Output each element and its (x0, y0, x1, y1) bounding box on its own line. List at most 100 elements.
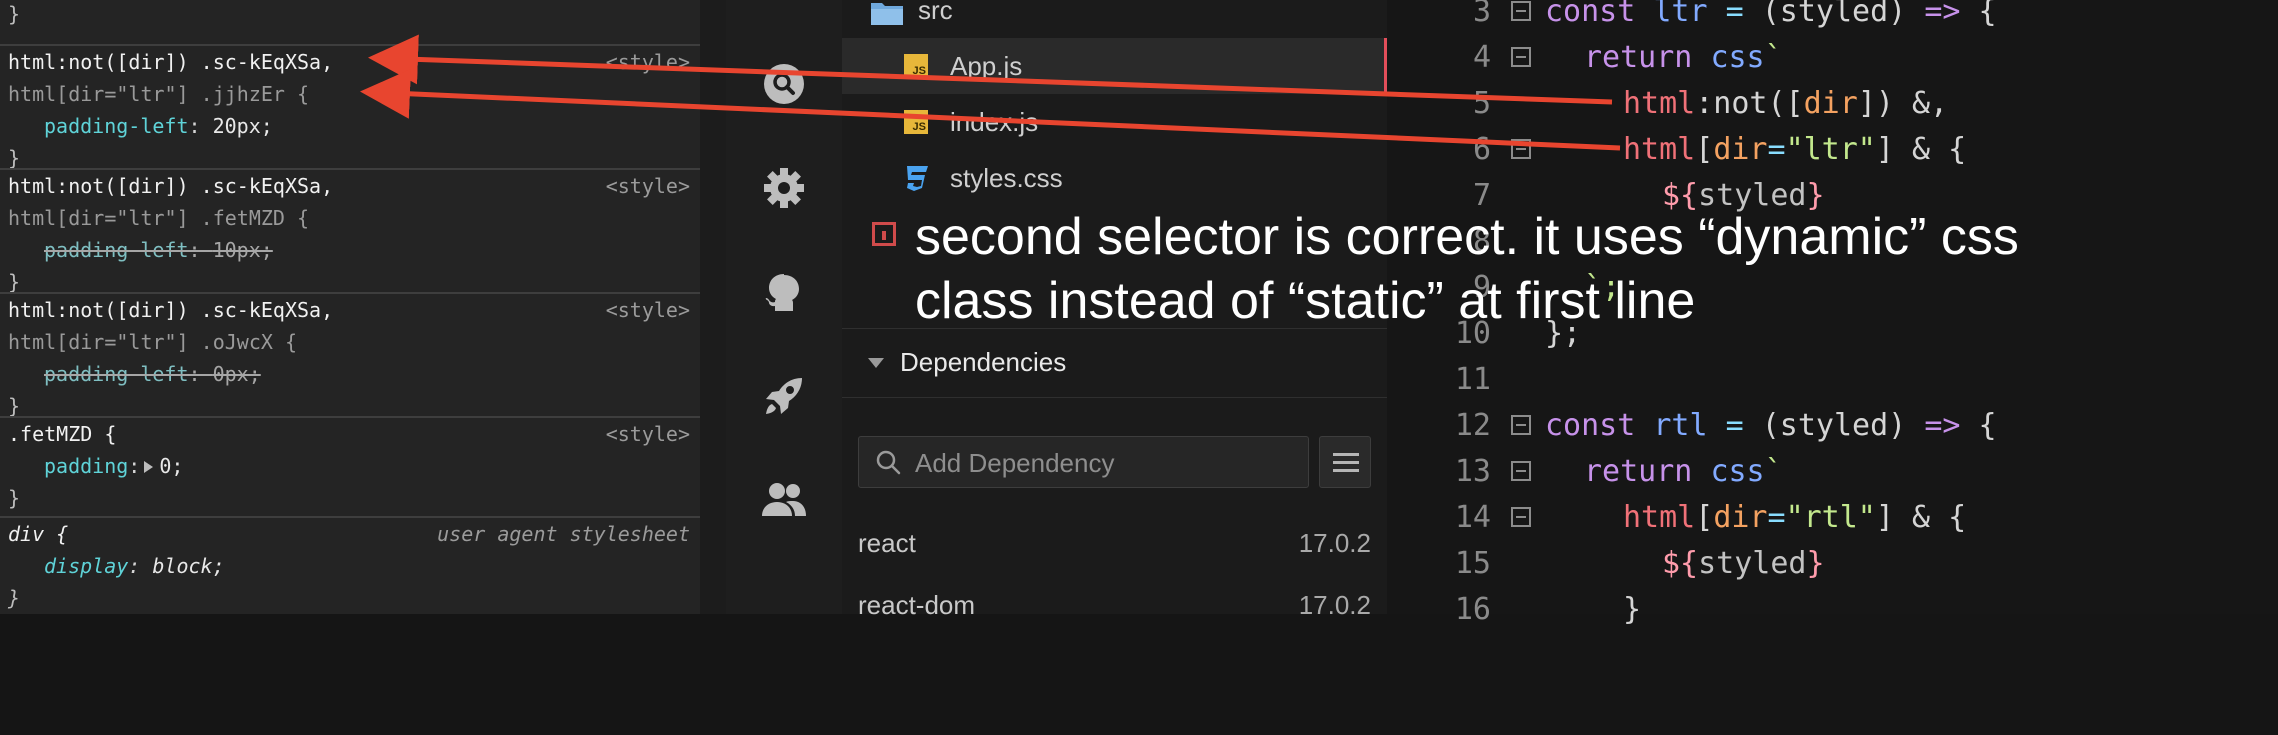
css-property-name[interactable]: padding-left (44, 114, 189, 138)
code-line[interactable]: 16 } (1387, 595, 2278, 641)
rule-origin-link[interactable]: <style> (606, 170, 690, 202)
css-property-name[interactable]: padding-left (44, 238, 189, 262)
css-property-name[interactable]: padding (44, 454, 128, 478)
code-text[interactable]: const rtl = (styled) => { (1545, 411, 1997, 441)
dependencies-section-header[interactable]: Dependencies (842, 328, 1387, 398)
code-text[interactable]: html[dir="ltr"] & { (1623, 135, 1966, 165)
fold-toggle-icon[interactable] (1511, 1, 1531, 21)
file-styles-css[interactable]: styles.css (842, 150, 1387, 206)
rule-origin-link[interactable]: <style> (606, 294, 690, 326)
expand-shorthand-icon[interactable] (144, 460, 154, 473)
rule-selector-matched[interactable]: html:not([dir]) .sc-kEqXSa, (8, 170, 694, 202)
dependency-menu-button[interactable] (1319, 436, 1371, 488)
search-icon[interactable] (762, 62, 806, 106)
code-line[interactable]: 3 const ltr = (styled) => { (1387, 0, 2278, 43)
fold-toggle-icon[interactable] (1511, 47, 1531, 67)
rule-origin-link[interactable]: <style> (606, 46, 690, 78)
rule-selector-matched[interactable]: html:not([dir]) .sc-kEqXSa, (8, 46, 694, 78)
file-app-js[interactable]: JS App.js (842, 38, 1387, 94)
css-declaration-overridden[interactable]: padding-left: 0px; (8, 358, 694, 390)
menu-icon (1333, 452, 1359, 479)
code-line[interactable]: 5 html:not([dir]) &, (1387, 89, 2278, 135)
rule-selector-unmatched[interactable]: html[dir="ltr"] .fetMZD { (8, 202, 694, 234)
dependency-version[interactable]: 17.0.2 (1299, 590, 1371, 621)
code-text[interactable]: return css` (1584, 43, 1783, 73)
line-number: 12 (1454, 408, 1491, 443)
css-declaration[interactable]: padding: 0; (8, 450, 694, 482)
fold-toggle-icon[interactable] (1511, 415, 1531, 435)
add-dependency-field[interactable] (858, 436, 1309, 489)
js-file-icon: JS (904, 54, 928, 78)
dependency-item[interactable]: react 17.0.2 (858, 528, 1371, 572)
dependencies-title: Dependencies (900, 347, 1067, 377)
fold-toggle-icon[interactable] (1511, 139, 1531, 159)
css-property-name[interactable]: padding-left (44, 362, 189, 386)
add-dependency-input[interactable] (913, 437, 1297, 489)
code-line[interactable]: 13 return css` (1387, 457, 2278, 503)
annotation-caption: second selector is correct. it uses “dyn… (915, 208, 2019, 330)
css-rule[interactable]: <style> .fetMZD { padding: 0; } (0, 418, 700, 514)
rule-closing-brace: } (8, 486, 21, 510)
rule-closing-brace: } (8, 586, 21, 610)
rule-selector-unmatched[interactable]: html[dir="ltr"] .jjhzEr { (8, 78, 694, 110)
rocket-icon[interactable] (762, 374, 806, 418)
rule-selector-matched[interactable]: .fetMZD { (8, 418, 694, 450)
fold-toggle-icon[interactable] (1511, 507, 1531, 527)
chevron-down-icon[interactable] (868, 358, 884, 368)
search-icon (875, 449, 901, 480)
dependency-name: react (858, 528, 916, 558)
package-file-icon (872, 222, 896, 246)
file-index-js[interactable]: JS index.js (842, 94, 1387, 150)
gear-icon[interactable] (762, 166, 806, 210)
rule-selector-matched[interactable]: html:not([dir]) .sc-kEqXSa, (8, 294, 694, 326)
code-line[interactable]: 11 (1387, 365, 2278, 411)
folder-icon (870, 0, 904, 33)
fold-toggle-icon[interactable] (1511, 461, 1531, 481)
css-property-value[interactable]: 20px; (213, 114, 273, 138)
css-property-value: block; (152, 554, 225, 578)
rule-origin-link[interactable]: <style> (606, 418, 690, 450)
code-text[interactable]: html:not([dir]) &, (1623, 89, 1948, 119)
css-property-value[interactable]: 0; (159, 454, 183, 478)
code-line[interactable]: 12 const rtl = (styled) => { (1387, 411, 2278, 457)
css-property-value[interactable]: 10px; (213, 238, 273, 262)
css-rule[interactable]: <style> html:not([dir]) .sc-kEqXSa, html… (0, 170, 700, 298)
activity-bar (726, 0, 842, 614)
js-file-icon: JS (904, 110, 928, 134)
css-rule[interactable]: <style> html:not([dir]) .sc-kEqXSa, html… (0, 294, 700, 422)
css-declaration-overridden[interactable]: padding-left: 10px; (8, 234, 694, 266)
code-text[interactable]: html[dir="rtl"] & { (1623, 503, 1966, 533)
css-file-icon (904, 164, 930, 199)
folder-name: src (918, 0, 953, 25)
folder-src[interactable]: src (842, 0, 1387, 38)
code-line[interactable]: 15 ${styled} (1387, 549, 2278, 595)
line-number: 4 (1472, 40, 1491, 75)
file-name: styles.css (950, 163, 1063, 193)
line-number: 13 (1454, 454, 1491, 489)
code-line[interactable]: 6 html[dir="ltr"] & { (1387, 135, 2278, 181)
css-rule-user-agent: user agent stylesheet div { display: blo… (0, 518, 700, 614)
code-text[interactable]: return css` (1584, 457, 1783, 487)
users-icon[interactable] (762, 478, 806, 522)
line-number: 6 (1472, 132, 1491, 167)
github-icon[interactable] (762, 270, 806, 314)
css-rule[interactable]: <style> html:not([dir]) .sc-kEqXSa, html… (0, 46, 700, 174)
css-declaration[interactable]: padding-left: 20px; (8, 110, 694, 142)
css-rule-previous: } (0, 0, 700, 28)
file-name: index.js (950, 107, 1039, 137)
rule-closing-brace: } (8, 2, 21, 26)
code-text[interactable]: } (1623, 595, 1641, 625)
code-line[interactable]: 14 html[dir="rtl"] & { (1387, 503, 2278, 549)
dependency-version[interactable]: 17.0.2 (1299, 528, 1371, 559)
line-number: 15 (1454, 546, 1491, 581)
line-number: 16 (1454, 592, 1491, 627)
dependency-item[interactable]: react-dom 17.0.2 (858, 590, 1371, 634)
css-declaration: display: block; (44, 554, 225, 578)
code-line[interactable]: 4 return css` (1387, 43, 2278, 89)
code-text[interactable]: const ltr = (styled) => { (1545, 0, 1997, 27)
rule-selector-unmatched[interactable]: html[dir="ltr"] .oJwcX { (8, 326, 694, 358)
code-text[interactable]: ${styled} (1662, 549, 1825, 579)
css-property-value[interactable]: 0px; (213, 362, 261, 386)
file-name: App.js (950, 51, 1023, 81)
pane-splitter[interactable] (700, 0, 726, 614)
